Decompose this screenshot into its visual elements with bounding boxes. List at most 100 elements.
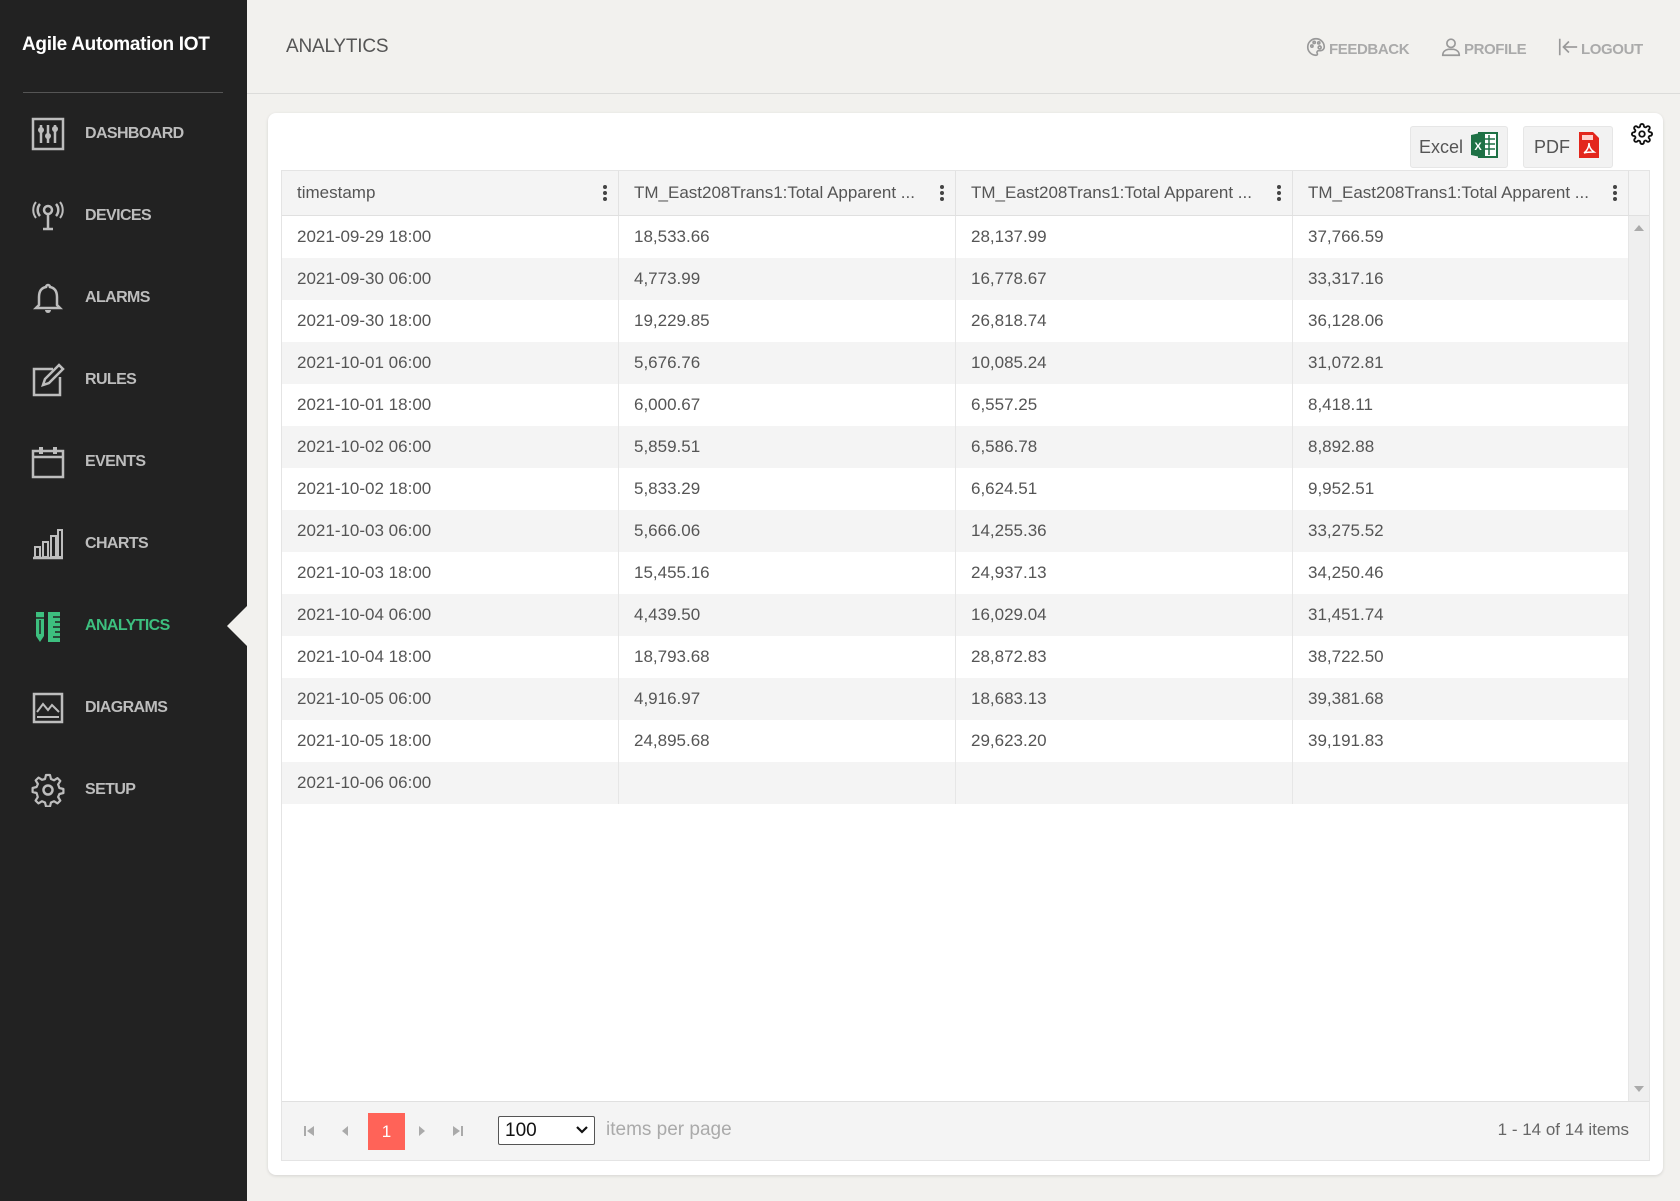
value-cell: 14,255.36 [956, 510, 1293, 552]
last-page-icon [453, 1126, 463, 1136]
timestamp-cell: 2021-10-05 18:00 [282, 720, 619, 762]
table-row[interactable]: 2021-10-02 18:00 5,833.29 6,624.51 9,952.51 [282, 468, 1628, 510]
prev-page-icon [342, 1126, 348, 1136]
column-header-value-3[interactable]: TM_East208Trans1:Total Apparent ... [1293, 171, 1629, 215]
value-cell: 29,623.20 [956, 720, 1293, 762]
value-cell: 6,557.25 [956, 384, 1293, 426]
value-cell: 31,451.74 [1308, 605, 1384, 624]
pager: 1 100 items per page 1 - 14 of 14 items [282, 1101, 1649, 1160]
table-row[interactable]: 2021-10-06 06:00 [282, 762, 1628, 804]
value-cell: 37,766.59 [1308, 227, 1384, 246]
timestamp-cell: 2021-10-05 06:00 [282, 678, 619, 720]
first-page-button[interactable] [300, 1122, 318, 1140]
value-cell: 28,872.83 [956, 636, 1293, 678]
timestamp-cell: 2021-10-01 18:00 [282, 384, 619, 426]
sidebar-item-analytics[interactable]: ANALYTICS [0, 596, 247, 656]
sidebar-item-label: DIAGRAMS [85, 699, 168, 716]
value-cell: 6,000.67 [619, 384, 956, 426]
feedback-link[interactable]: FEEDBACK [1305, 36, 1410, 62]
page-title: ANALYTICS [286, 36, 389, 57]
sidebar-item-alarms[interactable]: ALARMS [0, 268, 247, 328]
next-page-button[interactable] [413, 1122, 431, 1140]
vertical-scrollbar[interactable] [1628, 216, 1649, 1101]
value-cell: 18,683.13 [956, 678, 1293, 720]
excel-label: Excel [1418, 136, 1463, 157]
value-cell: 31,072.81 [1308, 353, 1384, 372]
sidebar-item-devices[interactable]: DEVICES [0, 186, 247, 246]
first-page-icon [304, 1126, 314, 1136]
table-row[interactable]: 2021-10-05 06:00 4,916.97 18,683.13 39,381.… [282, 678, 1628, 720]
prev-page-button[interactable] [336, 1122, 354, 1140]
grid-body[interactable]: 2021-09-29 18:00 18,533.66 28,137.99 37,766… [282, 216, 1649, 1101]
scroll-up-arrow-icon[interactable] [1634, 225, 1644, 231]
column-menu-kebab-icon[interactable] [1612, 184, 1618, 202]
profile-label: PROFILE [1464, 40, 1527, 58]
column-menu-kebab-icon[interactable] [602, 184, 608, 202]
image-landscape-icon [31, 691, 65, 725]
export-excel-button[interactable]: Excel X [1410, 126, 1508, 168]
excel-file-icon: X [1463, 130, 1499, 165]
column-header-label: TM_East208Trans1:Total Apparent ... [971, 183, 1252, 202]
app-logo[interactable]: Agile Automation IOT [22, 34, 210, 56]
sidebar-item-diagrams[interactable]: DIAGRAMS [0, 678, 247, 738]
column-header-value-2[interactable]: TM_East208Trans1:Total Apparent ... [956, 171, 1293, 215]
table-row[interactable]: 2021-10-01 06:00 5,676.76 10,085.24 31,072.… [282, 342, 1628, 384]
timestamp-cell: 2021-10-03 18:00 [282, 552, 619, 594]
edit-pencil-icon [31, 363, 65, 397]
sidebar-item-label: CHARTS [85, 535, 149, 552]
sidebar-item-label: SETUP [85, 781, 136, 798]
table-row[interactable]: 2021-10-05 18:00 24,895.68 29,623.20 39,191… [282, 720, 1628, 762]
column-header-value-1[interactable]: TM_East208Trans1:Total Apparent ... [619, 171, 956, 215]
table-row[interactable]: 2021-10-01 18:00 6,000.67 6,557.25 8,418.11 [282, 384, 1628, 426]
table-row[interactable]: 2021-10-02 06:00 5,859.51 6,586.78 8,892.88 [282, 426, 1628, 468]
value-cell: 28,137.99 [956, 216, 1293, 258]
column-menu-kebab-icon[interactable] [939, 184, 945, 202]
value-cell: 15,455.16 [619, 552, 956, 594]
sidebar-item-rules[interactable]: RULES [0, 350, 247, 410]
value-cell: 16,029.04 [956, 594, 1293, 636]
timestamp-cell: 2021-09-30 06:00 [282, 258, 619, 300]
table-row[interactable]: 2021-10-04 06:00 4,439.50 16,029.04 31,451.… [282, 594, 1628, 636]
column-header-timestamp[interactable]: timestamp [282, 171, 619, 215]
chevron-down-icon [576, 1126, 588, 1134]
items-per-page-label: items per page [606, 1119, 732, 1140]
page-1-button[interactable]: 1 [368, 1113, 405, 1150]
scroll-down-arrow-icon[interactable] [1634, 1086, 1644, 1092]
column-header-label: TM_East208Trans1:Total Apparent ... [1308, 183, 1589, 202]
value-cell: 8,418.11 [1308, 395, 1373, 414]
sidebar-item-label: DASHBOARD [85, 125, 184, 142]
timestamp-cell: 2021-09-29 18:00 [282, 216, 619, 258]
value-cell: 5,859.51 [619, 426, 956, 468]
sidebar-item-label: ANALYTICS [85, 617, 170, 634]
sidebar-item-charts[interactable]: CHARTS [0, 514, 247, 574]
table-row[interactable]: 2021-10-04 18:00 18,793.68 28,872.83 38,722… [282, 636, 1628, 678]
export-pdf-button[interactable]: PDF [1523, 126, 1613, 168]
grid-settings-gear-icon[interactable] [1631, 123, 1655, 147]
table-row[interactable]: 2021-09-30 18:00 19,229.85 26,818.74 36,128… [282, 300, 1628, 342]
profile-link[interactable]: PROFILE [1440, 36, 1527, 62]
sidebar: Agile Automation IOT DASHBOARD DEVICES ALA… [0, 0, 247, 1201]
active-item-pointer [227, 606, 247, 646]
feedback-label: FEEDBACK [1329, 40, 1410, 58]
table-row[interactable]: 2021-10-03 18:00 15,455.16 24,937.13 34,250… [282, 552, 1628, 594]
value-cell: 18,533.66 [619, 216, 956, 258]
calendar-icon [31, 445, 65, 479]
table-row[interactable]: 2021-09-30 06:00 4,773.99 16,778.67 33,317.… [282, 258, 1628, 300]
last-page-button[interactable] [449, 1122, 467, 1140]
antenna-tower-icon [31, 199, 65, 233]
pdf-label: PDF [1534, 136, 1570, 157]
timestamp-cell: 2021-10-03 06:00 [282, 510, 619, 552]
bell-icon [31, 281, 65, 315]
value-cell: 39,191.83 [1308, 731, 1384, 750]
page-size-select[interactable]: 100 [498, 1116, 595, 1145]
table-row[interactable]: 2021-09-29 18:00 18,533.66 28,137.99 37,766… [282, 216, 1628, 258]
value-cell: 5,676.76 [619, 342, 956, 384]
sidebar-item-events[interactable]: EVENTS [0, 432, 247, 492]
logout-link[interactable]: LOGOUT [1557, 36, 1643, 62]
sidebar-item-setup[interactable]: SETUP [0, 760, 247, 820]
column-menu-kebab-icon[interactable] [1276, 184, 1282, 202]
value-cell: 4,439.50 [619, 594, 956, 636]
value-cell: 4,773.99 [619, 258, 956, 300]
sidebar-item-dashboard[interactable]: DASHBOARD [0, 104, 247, 164]
table-row[interactable]: 2021-10-03 06:00 5,666.06 14,255.36 33,275.… [282, 510, 1628, 552]
